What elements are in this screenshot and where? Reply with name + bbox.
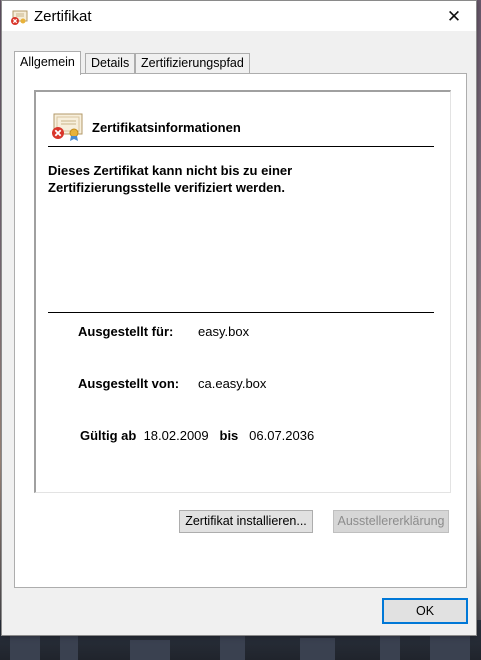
certificate-error-icon — [52, 113, 83, 141]
close-button[interactable]: ✕ — [436, 5, 472, 29]
certificate-dialog: Zertifikat ✕ Allgemein Details Zertifizi… — [1, 0, 477, 636]
tab-details[interactable]: Details — [85, 53, 136, 73]
tab-certification-path[interactable]: Zertifizierungspfad — [135, 53, 250, 73]
warning-text: Dieses Zertifikat kann nicht bis zu eine… — [48, 162, 428, 196]
ok-button[interactable]: OK — [382, 598, 468, 624]
divider-top — [48, 146, 434, 147]
tab-panel-general: Zertifikatsinformationen Dieses Zertifik… — [14, 73, 467, 588]
warning-line-2: Zertifizierungsstelle verifiziert werden… — [48, 180, 285, 195]
valid-from-value: 18.02.2009 — [143, 428, 209, 443]
close-icon: ✕ — [446, 7, 462, 27]
warning-line-1: Dieses Zertifikat kann nicht bis zu eine… — [48, 163, 293, 178]
title-bar: Zertifikat ✕ — [2, 1, 476, 31]
issued-to-row: Ausgestellt für: — [78, 324, 173, 339]
valid-from-label: Gültig ab — [80, 428, 137, 443]
issuer-statement-button[interactable]: Ausstellererklärung — [333, 510, 449, 533]
valid-to-label: bis — [219, 428, 239, 443]
window-title: Zertifikat — [34, 8, 92, 25]
issued-by-value: ca.easy.box — [198, 376, 267, 391]
certificate-info-box: Zertifikatsinformationen Dieses Zertifik… — [34, 90, 451, 493]
issued-to-value: easy.box — [198, 324, 250, 339]
valid-to-value: 06.07.2036 — [249, 428, 315, 443]
info-title: Zertifikatsinformationen — [92, 120, 241, 135]
validity-row: Gültig ab 18.02.2009 bis 06.07.2036 — [80, 428, 314, 443]
issued-to-label: Ausgestellt für: — [78, 324, 174, 339]
issued-by-row: Ausgestellt von: — [78, 376, 179, 391]
install-certificate-button[interactable]: Zertifikat installieren... — [179, 510, 313, 533]
tab-general[interactable]: Allgemein — [14, 51, 81, 75]
certificate-error-icon — [11, 10, 28, 25]
divider-bottom — [48, 312, 434, 313]
issued-by-label: Ausgestellt von: — [78, 376, 180, 391]
